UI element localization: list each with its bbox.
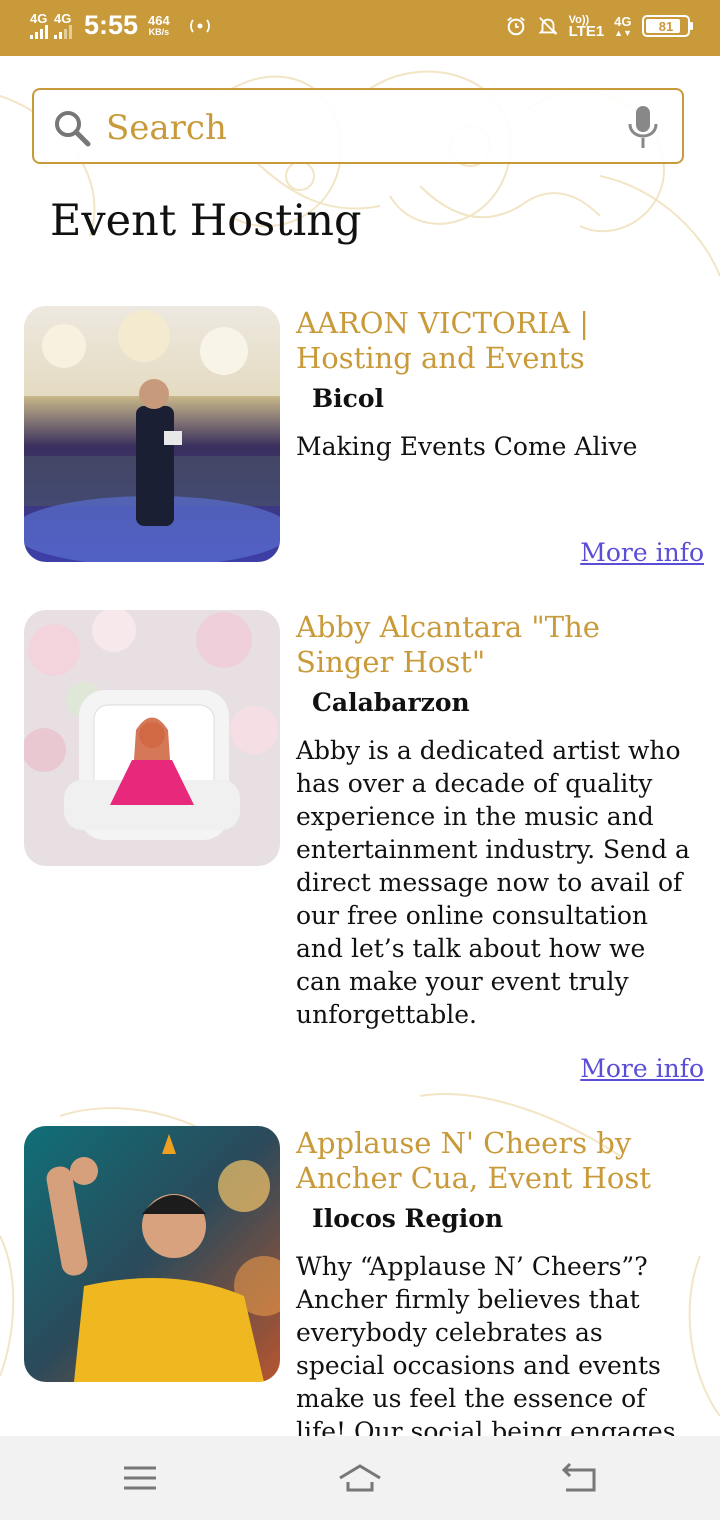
back-icon[interactable]: [558, 1456, 602, 1500]
search-input[interactable]: [104, 102, 628, 154]
speed-value: 464: [148, 13, 170, 28]
host-photo[interactable]: [24, 1126, 280, 1382]
host-region: Bicol: [312, 384, 385, 413]
network-type-1: 4G: [30, 11, 48, 26]
search-icon[interactable]: [52, 108, 92, 148]
battery-level: 81: [658, 18, 674, 34]
status-bar: 4G 4G 5:55 464 KB/s Vo)) LTE1 4G ▲▼ 81: [0, 0, 720, 56]
navigation-bar: [0, 1436, 720, 1520]
host-name[interactable]: Applause N' Cheers by Ancher Cua, Event …: [296, 1126, 706, 1196]
menu-icon[interactable]: [118, 1456, 162, 1500]
lte-label: LTE1: [568, 23, 605, 40]
data-network-icon: 4G ▲▼: [614, 13, 632, 38]
more-info-link[interactable]: More info: [580, 538, 704, 567]
host-description: Abby is a dedicated artist who has over …: [296, 736, 690, 1029]
home-icon[interactable]: [338, 1456, 382, 1500]
volte-indicator: Vo)) LTE1: [568, 14, 605, 40]
status-right: Vo)) LTE1 4G ▲▼ 81: [505, 13, 693, 40]
notifications-off-icon: [538, 17, 558, 35]
host-region: Ilocos Region: [312, 1204, 504, 1233]
host-photo[interactable]: [24, 610, 280, 866]
host-region: Calabarzon: [312, 688, 470, 717]
network-speed: 464 KB/s: [148, 14, 170, 37]
search-bar[interactable]: [32, 88, 684, 164]
microphone-icon[interactable]: [626, 104, 660, 150]
signal-sim2-icon: 4G: [54, 12, 72, 39]
host-description: Making Events Come Alive: [296, 432, 638, 461]
host-description: Why “Applause N’ Cheers”? Ancher firmly …: [296, 1252, 676, 1436]
alarm-icon: [506, 17, 525, 36]
hotspot-icon: [189, 18, 210, 33]
host-name[interactable]: Abby Alcantara "The Singer Host": [296, 610, 706, 680]
signal-sim1-icon: 4G: [30, 12, 48, 39]
battery-icon: 81: [642, 15, 693, 37]
list-item: Abby Alcantara "The Singer Host" Calabar…: [0, 610, 720, 1090]
list-item: AARON VICTORIA | Hosting and Events Bico…: [0, 306, 720, 576]
host-photo[interactable]: [24, 306, 280, 562]
page-title: Event Hosting: [50, 196, 362, 246]
list-item: Applause N' Cheers by Ancher Cua, Event …: [0, 1126, 720, 1436]
more-info-link[interactable]: More info: [580, 1054, 704, 1083]
status-left: 4G 4G 5:55 464 KB/s: [30, 10, 212, 41]
speed-unit: KB/s: [148, 27, 170, 37]
host-name[interactable]: AARON VICTORIA | Hosting and Events: [296, 306, 706, 376]
clock: 5:55: [84, 10, 139, 40]
network-type-3: 4G: [614, 13, 632, 29]
network-type-2: 4G: [54, 11, 72, 26]
